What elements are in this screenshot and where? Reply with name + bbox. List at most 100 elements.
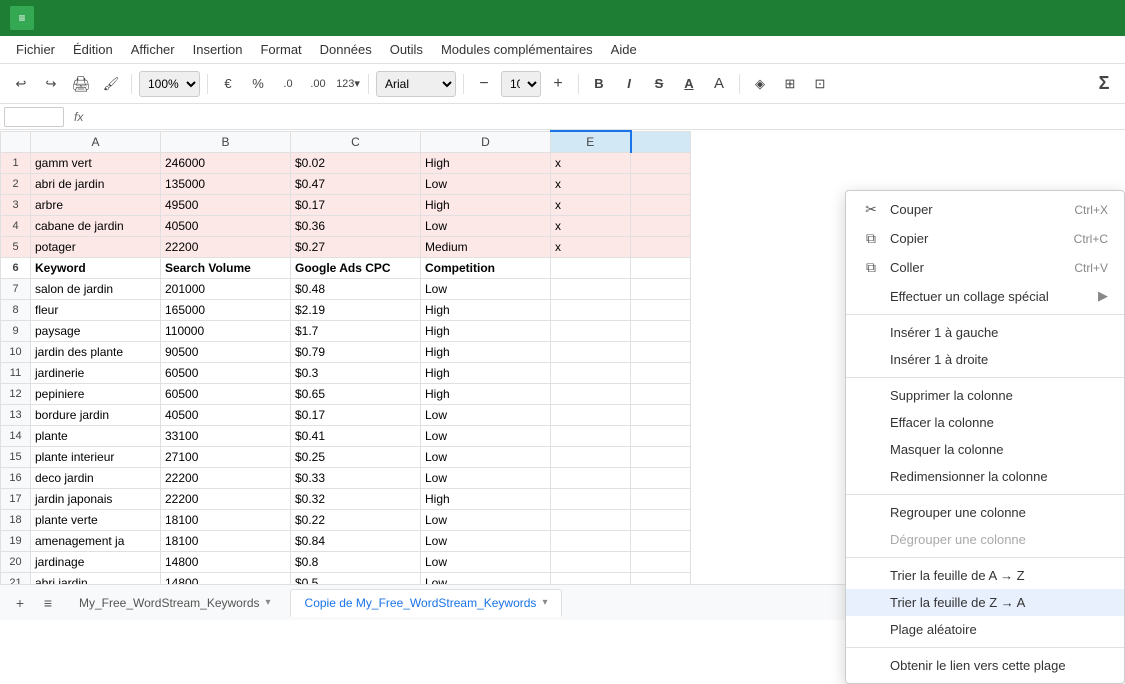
cell[interactable] [551,531,631,552]
context-menu-item-paste-special[interactable]: Effectuer un collage spécial▶ [846,282,1124,310]
paint-format-button[interactable]: 🖌 [98,71,124,97]
context-menu-item-delete-col[interactable]: Supprimer la colonne [846,382,1124,409]
cell[interactable]: 22200 [161,237,291,258]
font-select[interactable]: Arial [376,71,456,97]
col-header-d[interactable]: D [421,131,551,153]
cell[interactable]: arbre [31,195,161,216]
redo-button[interactable]: ↪ [38,71,64,97]
sheet-tab-1[interactable]: My_Free_WordStream_Keywords ▾ [64,589,286,617]
cell[interactable] [551,321,631,342]
cell[interactable] [631,279,691,300]
row-number[interactable]: 4 [1,216,31,237]
cell[interactable]: deco jardin [31,468,161,489]
row-number[interactable]: 16 [1,468,31,489]
cell[interactable]: jardin des plante [31,342,161,363]
row-number[interactable]: 8 [1,300,31,321]
context-menu-item-cut[interactable]: ✂CouperCtrl+X [846,195,1124,224]
cell[interactable]: bordure jardin [31,405,161,426]
cell[interactable]: $0.27 [291,237,421,258]
menu-aide[interactable]: Aide [603,40,645,59]
menu-fichier[interactable]: Fichier [8,40,63,59]
cell[interactable]: cabane de jardin [31,216,161,237]
sheet-tab-2[interactable]: Copie de My_Free_WordStream_Keywords ▾ [290,589,563,617]
cell[interactable] [631,216,691,237]
cell[interactable] [631,300,691,321]
strikethrough-button[interactable]: S [646,71,672,97]
cell[interactable]: Low [421,279,551,300]
cell[interactable]: 40500 [161,216,291,237]
context-menu-item-paste[interactable]: ⧉CollerCtrl+V [846,253,1124,282]
context-menu-item-sort-az[interactable]: Trier la feuille de A → Z [846,562,1124,589]
cell[interactable]: $0.3 [291,363,421,384]
menu-modules[interactable]: Modules complémentaires [433,40,601,59]
cell[interactable]: Low [421,468,551,489]
row-number[interactable]: 19 [1,531,31,552]
cell[interactable]: Low [421,531,551,552]
cell[interactable]: High [421,300,551,321]
cell[interactable]: $0.17 [291,405,421,426]
cell[interactable] [631,510,691,531]
cell[interactable]: x [551,174,631,195]
cell[interactable]: x [551,153,631,174]
cell[interactable] [551,426,631,447]
context-menu-item-copy[interactable]: ⧉CopierCtrl+C [846,224,1124,253]
cell[interactable] [551,363,631,384]
cell[interactable]: $0.41 [291,426,421,447]
cell[interactable]: 18100 [161,510,291,531]
col-header-f[interactable] [631,131,691,153]
context-menu-item-random[interactable]: Plage aléatoire [846,616,1124,643]
cell-reference[interactable] [4,107,64,127]
cell[interactable]: Keyword [31,258,161,279]
print-button[interactable]: 🖨 [68,71,94,97]
row-number[interactable]: 3 [1,195,31,216]
cell[interactable]: Low [421,216,551,237]
cell[interactable]: x [551,216,631,237]
percent-button[interactable]: % [245,71,271,97]
cell[interactable]: gamm vert [31,153,161,174]
cell[interactable]: $0.32 [291,489,421,510]
bold-button[interactable]: B [586,71,612,97]
menu-edition[interactable]: Édition [65,40,121,59]
cell[interactable]: High [421,321,551,342]
cell[interactable]: 22200 [161,468,291,489]
cell[interactable]: High [421,489,551,510]
cell[interactable]: Search Volume [161,258,291,279]
cell[interactable]: plante interieur [31,447,161,468]
cell[interactable]: 40500 [161,405,291,426]
cell[interactable]: pepiniere [31,384,161,405]
borders-button[interactable]: ⊞ [777,71,803,97]
sheet-list-button[interactable]: ≡ [36,591,60,615]
menu-outils[interactable]: Outils [382,40,431,59]
cell[interactable] [551,405,631,426]
cell[interactable]: salon de jardin [31,279,161,300]
cell[interactable] [631,237,691,258]
cell[interactable]: High [421,195,551,216]
row-number[interactable]: 13 [1,405,31,426]
cell[interactable]: abri de jardin [31,174,161,195]
cell[interactable]: Low [421,426,551,447]
cell[interactable]: Competition [421,258,551,279]
cell[interactable] [551,342,631,363]
cell[interactable]: $0.33 [291,468,421,489]
cell[interactable]: $0.65 [291,384,421,405]
cell[interactable] [631,321,691,342]
merge-button[interactable]: ⊡ [807,71,833,97]
font-size-select[interactable]: 10 [501,71,541,97]
cell[interactable]: Low [421,405,551,426]
cell[interactable] [551,447,631,468]
font-increase-button[interactable]: + [545,71,571,97]
cell[interactable]: jardinage [31,552,161,573]
sigma-button[interactable]: Σ [1091,71,1117,97]
row-number[interactable]: 17 [1,489,31,510]
cell[interactable]: $0.8 [291,552,421,573]
italic-button[interactable]: I [616,71,642,97]
col-header-b[interactable]: B [161,131,291,153]
row-number[interactable]: 7 [1,279,31,300]
underline-button[interactable]: A [676,71,702,97]
row-number[interactable]: 18 [1,510,31,531]
cell[interactable]: plante verte [31,510,161,531]
text-color-button[interactable]: A [706,71,732,97]
cell[interactable] [631,363,691,384]
cell[interactable] [551,384,631,405]
cell[interactable]: Low [421,510,551,531]
